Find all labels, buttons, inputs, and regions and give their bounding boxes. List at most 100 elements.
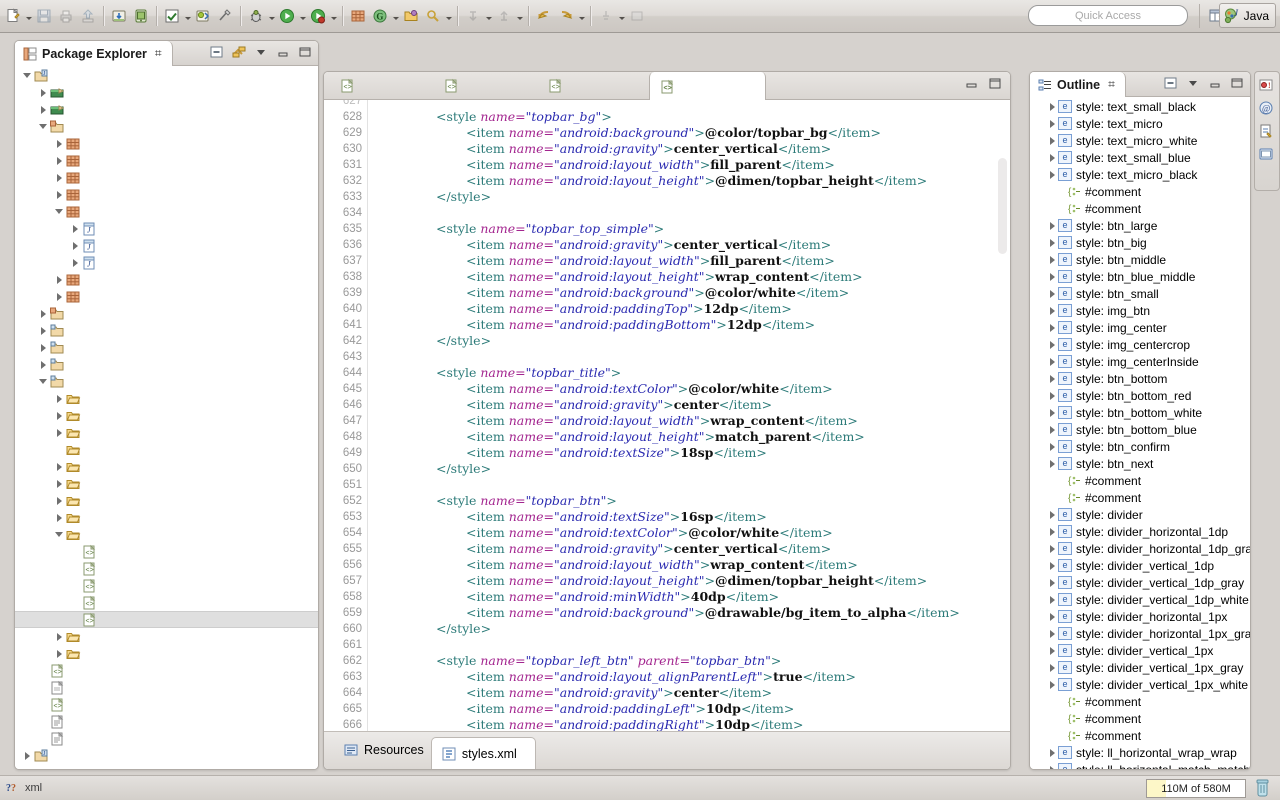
maximize-icon[interactable] (1229, 75, 1245, 91)
tree-item-zblibrary[interactable]: J (15, 67, 318, 84)
tree-item-drawable-xhdpi[interactable] (15, 475, 318, 492)
maximize-icon[interactable] (987, 78, 1003, 94)
tree-twisty-collapsed[interactable] (1046, 642, 1058, 659)
tree-twisty-collapsed[interactable] (1046, 557, 1058, 574)
tree-item-ic-launcher-web-png[interactable] (15, 679, 318, 696)
outline-item-style-ll-horizontal-wrap-wrap[interactable]: estyle: ll_horizontal_wrap_wrap (1030, 744, 1250, 761)
editor-vertical-scrollbar[interactable] (997, 130, 1008, 691)
tree-twisty-collapsed[interactable] (1046, 251, 1058, 268)
tree-twisty-collapsed[interactable] (1046, 761, 1058, 769)
tree-item-threadmanager-java[interactable]: J (15, 237, 318, 254)
outline-item-style-divider-horizontal-1dp[interactable]: estyle: divider_horizontal_1dp (1030, 523, 1250, 540)
tree-twisty-collapsed[interactable] (53, 186, 65, 203)
tree-item-values-v14[interactable] (15, 645, 318, 662)
toolbar-pin-editor-button[interactable] (595, 5, 617, 27)
toolbar-debug-button[interactable] (245, 5, 267, 27)
outline-item-style-divider-horizontal-1dp-gra[interactable]: estyle: divider_horizontal_1dp_gra (1030, 540, 1250, 557)
tree-item-styles-xml[interactable]: <> (15, 611, 318, 628)
code-line[interactable]: <item name="android:textSize">16sp</item… (324, 500, 1010, 516)
toolbar-open-type-button[interactable] (400, 5, 422, 27)
toolbar-save-button[interactable] (33, 5, 55, 27)
problems-view-icon[interactable]: ! (1258, 77, 1276, 95)
tree-item-project-properties[interactable] (15, 730, 318, 747)
code-content[interactable]: <style name="topbar_bg"><item name="andr… (324, 100, 1010, 731)
tree-item-zuo-biao-library-manager[interactable] (15, 203, 318, 220)
minimize-icon[interactable] (1207, 75, 1223, 91)
tree-item-proguard-project-txt[interactable] (15, 713, 318, 730)
outline-item--comment[interactable]: {#comment (1030, 489, 1250, 506)
code-editor[interactable]: 6276286296306316326336346356366376386396… (324, 100, 1010, 731)
toolbar-new-wizard-dropdown[interactable] (24, 5, 33, 27)
tree-item-drawable-mdpi[interactable] (15, 458, 318, 475)
tree-item-lint-xml[interactable]: <> (15, 696, 318, 713)
tree-item-androidmanifest-xml[interactable]: <> (15, 662, 318, 679)
outline-item-style-btn-middle[interactable]: estyle: btn_middle (1030, 251, 1250, 268)
tree-twisty-collapsed[interactable] (1046, 540, 1058, 557)
tree-item-zuo-biao-library-ui[interactable] (15, 271, 318, 288)
tree-twisty-collapsed[interactable] (1046, 217, 1058, 234)
tree-twisty-collapsed[interactable] (1046, 574, 1058, 591)
tree-twisty-collapsed[interactable] (1046, 744, 1058, 761)
tree-twisty-collapsed[interactable] (1046, 387, 1058, 404)
tree-twisty-collapsed[interactable] (1046, 285, 1058, 302)
tree-item-zuo-biao-library-base[interactable] (15, 135, 318, 152)
outline-item-style-text-micro-white[interactable]: estyle: text_micro_white (1030, 132, 1250, 149)
outline-item-style-divider-vertical-1dp[interactable]: estyle: divider_vertical_1dp (1030, 557, 1250, 574)
tree-twisty-collapsed[interactable] (1046, 455, 1058, 472)
minimize-icon[interactable] (275, 44, 291, 60)
tree-twisty-collapsed[interactable] (53, 458, 65, 475)
toolbar-print-button[interactable] (55, 5, 77, 27)
outline-item-style-btn-bottom[interactable]: estyle: btn_bottom (1030, 370, 1250, 387)
editor-bottom-tab-Resources[interactable]: Resources (334, 737, 432, 763)
toolbar-new-java-package-button[interactable] (347, 5, 369, 27)
tree-twisty-collapsed[interactable] (1046, 353, 1058, 370)
tree-item-strings-xml[interactable]: <> (15, 594, 318, 611)
code-line[interactable]: <item name="android:textColor">@color/wh… (324, 372, 1010, 388)
outline-item-style-btn-bottom-white[interactable]: estyle: btn_bottom_white (1030, 404, 1250, 421)
outline-item-style-img-btn[interactable]: estyle: img_btn (1030, 302, 1250, 319)
view-menu-icon[interactable] (253, 44, 269, 60)
outline-item-style-img-centerinside[interactable]: estyle: img_centerInside (1030, 353, 1250, 370)
tree-twisty-collapsed[interactable] (37, 339, 49, 356)
declaration-view-icon[interactable] (1258, 123, 1276, 141)
toolbar-run-button[interactable] (276, 5, 298, 27)
tree-twisty-collapsed[interactable] (53, 271, 65, 288)
outline-item-style-ll-horizontal-match-match[interactable]: estyle: ll_horizontal_match_match (1030, 761, 1250, 769)
tree-item-package-info-java[interactable]: J (15, 220, 318, 237)
tree-item-zuo-biao-library-util[interactable] (15, 288, 318, 305)
tree-twisty-collapsed[interactable] (37, 356, 49, 373)
tree-item-gen[interactable] (15, 305, 318, 322)
outline-item-style-btn-next[interactable]: estyle: btn_next (1030, 455, 1250, 472)
tree-item-zblibrarydemoapp[interactable]: J (15, 747, 318, 764)
tree-item-values-v11[interactable] (15, 628, 318, 645)
tree-item-src[interactable] (15, 118, 318, 135)
outline-tree[interactable]: estyle: text_small_blackestyle: text_mic… (1030, 98, 1250, 769)
outline-item-style-divider-vertical-1dp-white[interactable]: estyle: divider_vertical_1dp_white (1030, 591, 1250, 608)
tree-twisty-collapsed[interactable] (1046, 336, 1058, 353)
link-with-editor-icon[interactable] (231, 44, 247, 60)
tree-twisty-collapsed[interactable] (69, 254, 81, 271)
tree-twisty-collapsed[interactable] (37, 305, 49, 322)
code-line[interactable]: <item name="android:gravity">center_vert… (324, 228, 1010, 244)
tree-twisty-collapsed[interactable] (53, 390, 65, 407)
tree-item-colors-xml[interactable]: <> (15, 560, 318, 577)
tree-twisty-collapsed[interactable] (1046, 98, 1058, 115)
toolbar-new-java-class-button[interactable]: G (369, 5, 391, 27)
tree-item-zuo-biao-library-interfaces[interactable] (15, 186, 318, 203)
outline-item-style-divider-vertical-1px-white[interactable]: estyle: divider_vertical_1px_white (1030, 676, 1250, 693)
tree-twisty-expanded[interactable] (37, 118, 49, 135)
code-line[interactable] (324, 628, 1010, 644)
toolbar-coverage-dropdown[interactable] (329, 5, 338, 27)
tree-twisty-collapsed[interactable] (1046, 370, 1058, 387)
tree-twisty-collapsed[interactable] (1046, 132, 1058, 149)
tree-item-drawable-ldpi[interactable] (15, 441, 318, 458)
tree-twisty-collapsed[interactable] (69, 220, 81, 237)
outline-item--comment[interactable]: {#comment (1030, 710, 1250, 727)
tree-twisty-collapsed[interactable] (53, 407, 65, 424)
code-line[interactable]: <item name="android:background">@color/t… (324, 116, 1010, 132)
tree-twisty-collapsed[interactable] (37, 84, 49, 101)
outline-item-style-btn-large[interactable]: estyle: btn_large (1030, 217, 1250, 234)
outline-item-style-divider-vertical-1dp-gray[interactable]: estyle: divider_vertical_1dp_gray (1030, 574, 1250, 591)
outline-item-style-btn-bottom-red[interactable]: estyle: btn_bottom_red (1030, 387, 1250, 404)
tree-item-android-private-libraries[interactable] (15, 101, 318, 118)
